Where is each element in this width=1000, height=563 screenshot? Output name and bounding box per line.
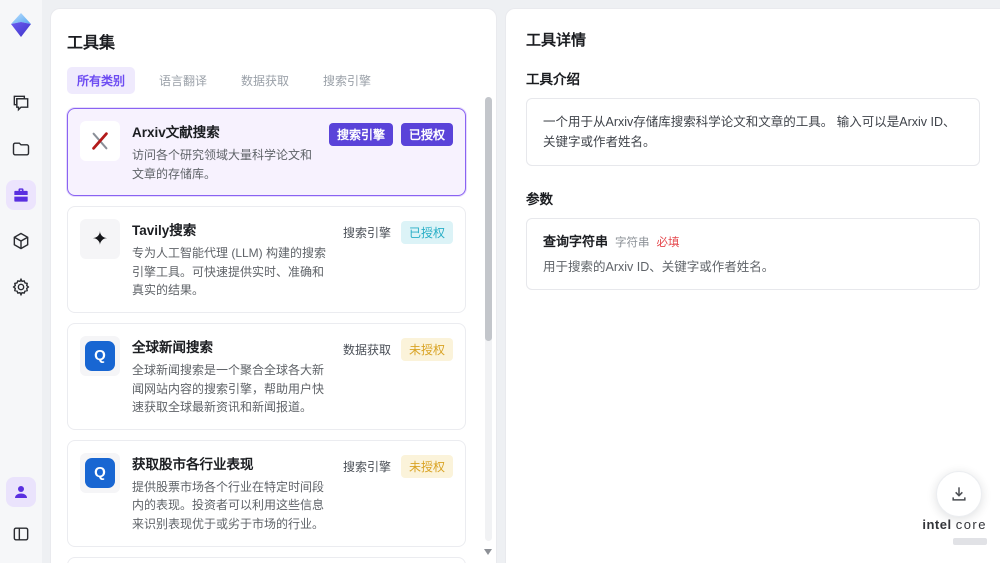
download-icon [952,487,966,501]
params-heading: 参数 [526,192,553,207]
q-glyph: Q [85,340,115,371]
tab-language-translation[interactable]: 语言翻译 [149,67,217,94]
auth-badge: 未授权 [400,337,453,361]
category-badge: 数据获取 [342,342,391,357]
tool-card-active-stocks[interactable]: Q 获取市场最活跃股票信息 提供当天交易量最高的股票列表，投资者可以利用这些信息… [67,556,466,563]
parameter-name: 查询字符串 [543,234,609,249]
sidebar-item-files[interactable] [6,134,36,164]
tool-card-arxiv[interactable]: Arxiv文献搜索 访问各个研究领域大量科学论文和文章的存储库。 搜索引擎 已授… [67,108,466,197]
intel-wordmark: intel [922,517,952,533]
tool-desc: 访问各个研究领域大量科学论文和文章的存储库。 [132,148,313,181]
tool-list: Arxiv文献搜索 访问各个研究领域大量科学论文和文章的存储库。 搜索引擎 已授… [67,108,480,563]
auth-badge: 已授权 [400,221,453,245]
scrollbar-down-arrow-icon[interactable] [484,549,492,555]
auth-badge: 未授权 [400,454,453,478]
sidebar [0,0,42,563]
tool-name: Arxiv文献搜索 [132,125,220,140]
sidebar-item-tools[interactable] [6,180,36,210]
intel-core-text: intel core [922,517,987,533]
sparkle-glyph: ✦ [92,228,108,250]
sidebar-nav [6,88,36,302]
intel-core-sub-badge [953,538,987,546]
category-badge: 搜索引擎 [328,123,393,146]
tool-badges: 搜索引擎 已授权 [341,219,453,245]
tool-name: Tavily搜索 [132,223,197,239]
tool-card-sector-performance[interactable]: Q 获取股市各行业表现 提供股票市场各个行业在特定时间段内的表现。投资者可以利用… [67,439,466,547]
tool-name: 全球新闻搜索 [132,339,213,355]
sidebar-item-collapse[interactable] [6,519,36,549]
app-logo-icon [11,13,31,37]
detail-title: 工具详情 [526,32,587,49]
news-q-icon: Q [80,335,120,376]
parameter-type: 字符串 [615,237,650,249]
panel-layout-icon [13,527,29,541]
download-button[interactable] [936,471,982,517]
tool-badges: 数据获取 未授权 [341,336,453,361]
page-title: 工具集 [67,35,116,52]
intro-heading: 工具介绍 [526,72,580,87]
news-q-icon: Q [80,452,120,493]
intel-core-logo: intel core [922,517,987,550]
tool-badges: 搜索引擎 已授权 [328,121,453,146]
auth-badge: 已授权 [400,123,453,146]
tab-search-engine[interactable]: 搜索引擎 [313,67,381,94]
q-glyph: Q [85,457,115,488]
parameter-required-badge: 必填 [656,237,680,249]
tool-card-tavily[interactable]: ✦ Tavily搜索 专为人工智能代理 (LLM) 构建的搜索引擎工具。可快速提… [67,206,466,313]
tool-body: 全球新闻搜索 全球新闻搜索是一个聚合全球各大新闻网站内容的搜索引擎，帮助用户快速… [132,336,329,417]
tab-data-fetch[interactable]: 数据获取 [231,67,299,94]
sidebar-item-packages[interactable] [6,226,36,256]
tool-name: 获取股市各行业表现 [132,456,254,472]
category-badge: 搜索引擎 [342,459,391,474]
user-icon [15,486,27,498]
settings-icon [12,277,30,297]
sidebar-item-chat[interactable] [6,88,36,118]
tool-desc: 专为人工智能代理 (LLM) 构建的搜索引擎工具。可快速提供实时、准确和真实的结… [132,246,327,298]
chat-icon [13,95,29,112]
parameter-head: 查询字符串 字符串 必填 [543,231,963,250]
tavily-sparkle-icon: ✦ [80,219,120,260]
parameter-card: 查询字符串 字符串 必填 用于搜索的Arxiv ID、关键字或作者姓名。 [526,218,980,290]
tool-detail-panel: 工具详情 工具介绍 一个用于从Arxiv存储库搜索科学论文和文章的工具。 输入可… [505,8,1000,563]
parameter-desc: 用于搜索的Arxiv ID、关键字或作者姓名。 [543,260,775,274]
folder-icon [12,142,30,156]
category-badge: 搜索引擎 [342,226,391,241]
tool-body: Arxiv文献搜索 访问各个研究领域大量科学论文和文章的存储库。 [132,121,317,183]
cube-icon [13,232,29,250]
sidebar-item-account[interactable] [6,477,36,507]
core-wordmark: core [955,517,987,533]
tool-desc: 全球新闻搜索是一个聚合全球各大新闻网站内容的搜索引擎，帮助用户快速获取全球最新资… [132,362,325,415]
tool-intro-text: 一个用于从Arxiv存储库搜索科学论文和文章的工具。 输入可以是Arxiv ID… [526,98,980,166]
arxiv-logo-icon [80,121,120,161]
sidebar-item-settings[interactable] [6,272,36,302]
app-logo[interactable] [6,10,36,40]
sidebar-bottom [6,477,36,549]
tool-desc: 提供股票市场各个行业在特定时间段内的表现。投资者可以利用这些信息来识别表现优于或… [132,479,325,531]
tool-body: Tavily搜索 专为人工智能代理 (LLM) 构建的搜索引擎工具。可快速提供实… [132,219,329,300]
tool-badges: 搜索引擎 未授权 [341,453,453,478]
tools-panel: 工具集 所有类别 语言翻译 数据获取 搜索引擎 Arxiv文献搜索 访问各个研究… [50,8,497,563]
tool-card-global-news[interactable]: Q 全球新闻搜索 全球新闻搜索是一个聚合全球各大新闻网站内容的搜索引擎，帮助用户… [67,322,466,430]
list-scrollbar[interactable] [485,97,492,541]
tool-body: 获取股市各行业表现 提供股票市场各个行业在特定时间段内的表现。投资者可以利用这些… [132,453,329,534]
category-tabs: 所有类别 语言翻译 数据获取 搜索引擎 [67,67,480,94]
tab-all-categories[interactable]: 所有类别 [67,67,136,94]
toolbox-icon [14,188,28,202]
scrollbar-thumb[interactable] [485,97,492,342]
